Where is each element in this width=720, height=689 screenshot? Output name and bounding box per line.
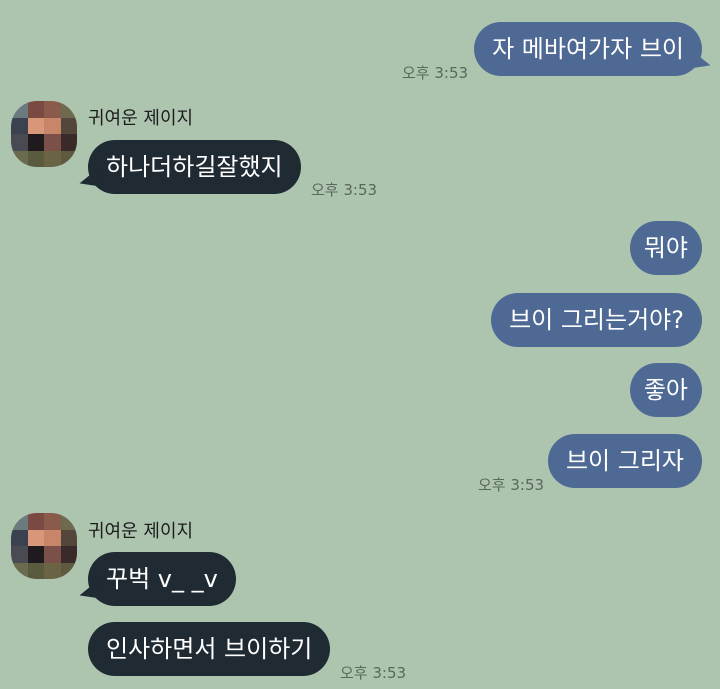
message-timestamp: 오후 3:53 xyxy=(340,664,407,682)
message-timestamp: 오후 3:53 xyxy=(402,64,469,82)
my-message-bubble[interactable]: 브이 그리자 xyxy=(547,434,702,488)
their-message-bubble[interactable]: 하나더하길잘했지 xyxy=(88,140,301,194)
sender-name: 귀여운 제이지 xyxy=(88,521,194,542)
my-message-bubble[interactable]: 브이 그리는거야? xyxy=(491,293,702,347)
message-timestamp: 오후 3:53 xyxy=(311,181,378,199)
their-message-bubble[interactable]: 인사하면서 브이하기 xyxy=(88,622,331,676)
my-message-bubble[interactable]: 자 메바여가자 브이 xyxy=(474,22,702,76)
sender-name: 귀여운 제이지 xyxy=(88,108,194,129)
sender-avatar[interactable] xyxy=(11,513,77,579)
sender-avatar[interactable] xyxy=(11,101,77,167)
my-message-bubble[interactable]: 뭐야 xyxy=(629,221,702,275)
my-message-bubble[interactable]: 좋아 xyxy=(629,363,702,417)
message-timestamp: 오후 3:53 xyxy=(478,476,545,494)
their-message-bubble[interactable]: 꾸벅 v_ _v xyxy=(88,552,236,606)
